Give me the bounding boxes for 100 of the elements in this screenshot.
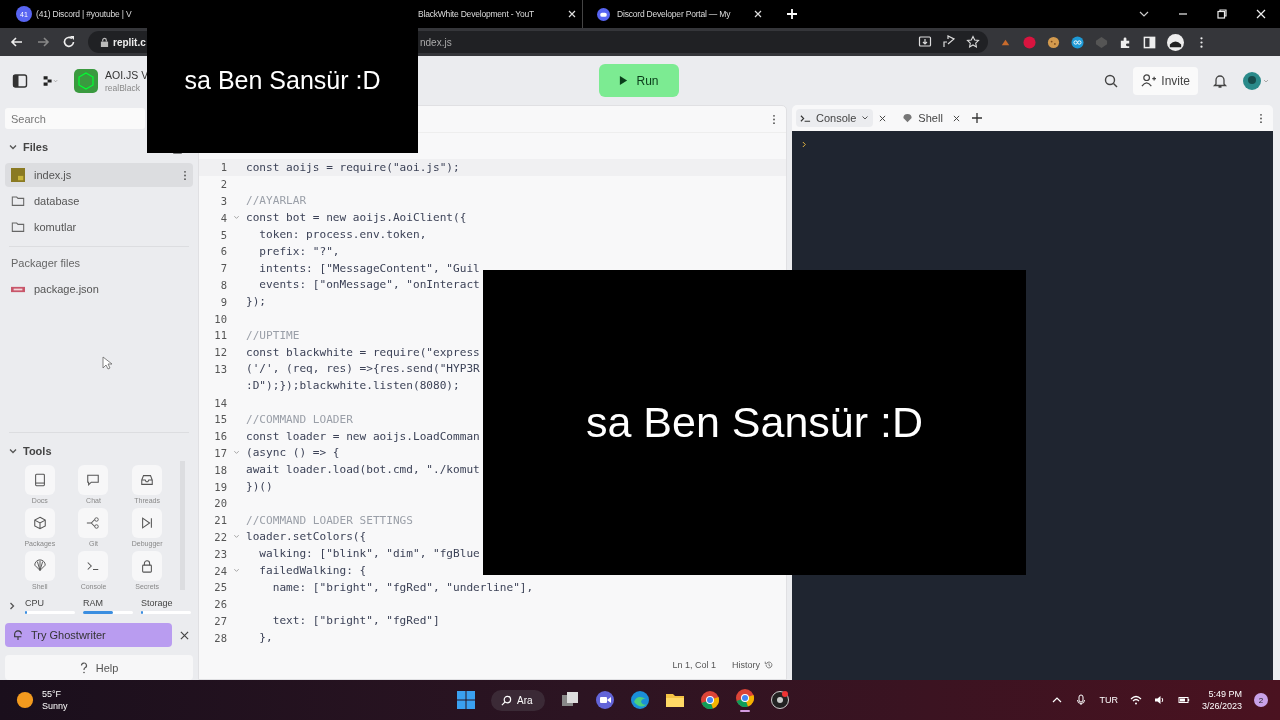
ghostwriter-button[interactable]: Try Ghostwriter: [5, 623, 172, 647]
more-icon[interactable]: [183, 169, 187, 181]
share-icon[interactable]: [942, 35, 956, 49]
line-number: 3: [219, 195, 227, 207]
chrome-icon[interactable]: [699, 690, 720, 710]
close-icon[interactable]: [180, 630, 189, 640]
file-item[interactable]: database: [5, 189, 193, 213]
battery-icon[interactable]: [1177, 694, 1190, 706]
side-panel-icon[interactable]: [1143, 35, 1156, 49]
run-button[interactable]: Run: [599, 64, 679, 97]
resource-label: RAM: [83, 598, 104, 608]
chevron-down-icon[interactable]: [8, 142, 18, 152]
profile-avatar-icon[interactable]: [1167, 33, 1184, 51]
input-language[interactable]: TUR: [1099, 695, 1118, 705]
reload-icon[interactable]: [62, 35, 76, 49]
user-avatar-icon[interactable]: [1242, 70, 1270, 91]
code-line: walking: ["blink", "dim", "fgBlue: [258, 547, 480, 561]
microphone-icon[interactable]: [1075, 694, 1088, 706]
cookie-icon[interactable]: [1047, 35, 1060, 49]
close-icon[interactable]: [879, 114, 887, 122]
debugger-icon: [140, 516, 155, 530]
shell-icon: [32, 559, 47, 573]
new-tab-icon[interactable]: [786, 8, 798, 20]
code-line: intents: ["MessageContent", "Guil: [258, 261, 480, 275]
more-icon[interactable]: [1259, 112, 1263, 124]
git-branch-icon: [86, 516, 101, 530]
code-line: events: ["onMessage", "onInteract: [258, 278, 480, 292]
extension-icon[interactable]: [1071, 35, 1084, 49]
file-item[interactable]: package.json: [5, 277, 193, 301]
banner-text: sa Ben Sansür :D: [586, 398, 923, 447]
line-number: 9: [219, 295, 227, 308]
taskbar-search[interactable]: Ara: [491, 689, 545, 711]
lock-icon: [100, 36, 109, 48]
search-icon[interactable]: [1103, 72, 1120, 89]
resource-label: CPU: [25, 598, 45, 608]
chrome-icon[interactable]: [734, 688, 755, 708]
history-link[interactable]: History: [732, 660, 760, 670]
windows-start-icon[interactable]: [456, 690, 476, 710]
lock-icon: [140, 559, 155, 573]
js-file-icon: [11, 168, 25, 182]
wifi-icon[interactable]: [1129, 694, 1142, 706]
code-line: :D");});blackwhite.listen(8080);: [246, 379, 460, 393]
volume-icon[interactable]: [1153, 694, 1166, 706]
folder-icon: [11, 194, 25, 208]
code-line: });: [246, 295, 267, 309]
history-icon[interactable]: [764, 660, 774, 670]
panel-tab[interactable]: Shell: [898, 109, 947, 127]
line-number: 14: [213, 396, 227, 409]
code-line: const aoijs = require("aoi.js");: [246, 160, 460, 174]
url-text: replit.c: [113, 36, 147, 48]
line-number: 8: [219, 278, 227, 291]
npm-icon: [11, 285, 25, 293]
sidebar-toggle-icon[interactable]: [12, 72, 28, 89]
video-call-icon[interactable]: [594, 690, 615, 710]
file-item[interactable]: komutlar: [5, 215, 193, 239]
weather-condition: Sunny: [42, 701, 68, 711]
add-tab-icon[interactable]: [971, 113, 982, 123]
more-icon[interactable]: [772, 113, 776, 125]
line-number: 23: [213, 547, 227, 560]
puzzle-icon[interactable]: [1119, 35, 1132, 49]
code-line: await loader.load(bot.cmd, "./komut: [246, 463, 480, 477]
notification-badge[interactable]: 2: [1254, 693, 1268, 707]
star-icon[interactable]: [966, 35, 980, 49]
close-icon[interactable]: [952, 114, 960, 122]
url-text: ndex.js: [420, 36, 452, 48]
cursor-position: Ln 1, Col 1: [672, 660, 716, 670]
line-number: 12: [213, 346, 227, 359]
line-number: 28: [213, 631, 227, 644]
panel-tab[interactable]: Console: [796, 109, 874, 127]
back-icon[interactable]: [10, 35, 24, 49]
restore-icon[interactable]: [1216, 8, 1228, 20]
bell-icon[interactable]: [1212, 72, 1228, 89]
chevron-down-icon[interactable]: [8, 446, 18, 456]
chevron-down-icon[interactable]: [861, 114, 870, 122]
help-button[interactable]: Help: [5, 655, 193, 680]
question-icon: [79, 661, 88, 674]
inbox-icon: [140, 473, 155, 487]
code-line: (async () => {: [246, 446, 340, 460]
banner-text: sa Ben Sansür :D: [184, 66, 381, 95]
browser-tab[interactable]: Discord Developer Portal — My: [583, 0, 768, 28]
code-line: ('/', (req, res) =>{res.send("HYP3R: [246, 362, 480, 376]
forward-icon[interactable]: [36, 35, 50, 49]
search-field[interactable]: Search: [5, 108, 145, 129]
file-item[interactable]: index.js: [5, 163, 193, 187]
line-number: 24: [213, 564, 227, 577]
clock[interactable]: 5:49 PM 3/26/2023: [1201, 689, 1242, 711]
code-line: loader.setColors({: [246, 530, 367, 544]
line-number: 13: [213, 362, 227, 375]
search-icon: [501, 694, 512, 706]
invite-button[interactable]: Invite: [1133, 66, 1198, 95]
section-title: Files: [23, 141, 49, 153]
chat-icon: [86, 473, 101, 487]
mouse-pointer-icon: [102, 356, 112, 370]
code-line: const blackwhite = require("express: [246, 345, 480, 359]
line-number: 18: [213, 463, 227, 476]
line-number: 11: [213, 329, 227, 342]
line-number: 6: [219, 245, 227, 258]
install-icon[interactable]: [918, 35, 932, 49]
chevron-right-icon[interactable]: [7, 601, 17, 611]
sun-icon[interactable]: [16, 691, 34, 709]
